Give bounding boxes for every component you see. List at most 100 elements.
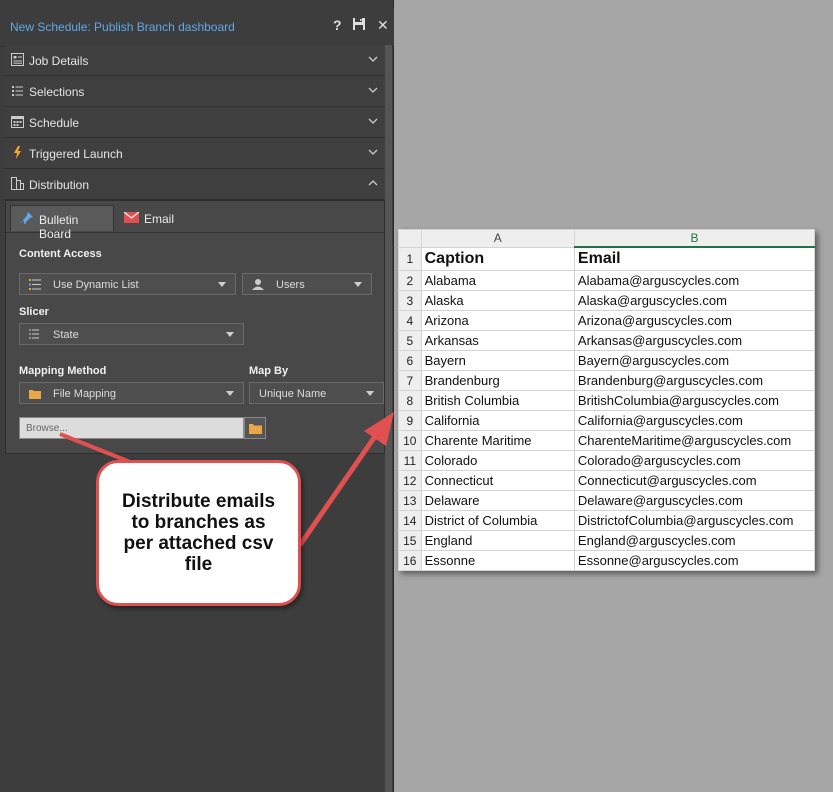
cell[interactable]: British Columbia [420,390,575,411]
cell[interactable]: England@arguscycles.com [573,530,815,551]
cell[interactable]: Brandenburg [420,370,575,391]
column-header-row: A B [398,229,815,248]
cell[interactable]: Arizona [420,310,575,331]
map-by-label: Map By [249,365,289,377]
folder-icon [249,424,262,434]
section-label: Distribution [29,178,90,192]
user-icon [252,279,264,290]
cell[interactable]: DistrictofColumbia@arguscycles.com [573,510,815,531]
tab-email[interactable]: Email [120,205,190,231]
dropdown-value: File Mapping [53,388,116,400]
cell[interactable]: Email [573,246,815,271]
cell[interactable]: Bayern@arguscycles.com [573,350,815,371]
column-header-b[interactable]: B [573,229,815,248]
chevron-up-icon [368,180,378,186]
cell[interactable]: Bayern [420,350,575,371]
chevron-down-icon [368,56,378,62]
cell[interactable]: Delaware@arguscycles.com [573,490,815,511]
chevron-down-icon [366,391,374,396]
browse-folder-button[interactable] [244,417,266,439]
section-distribution[interactable]: Distribution [5,169,386,200]
cell[interactable]: Alabama [420,270,575,291]
cell[interactable]: California [420,410,575,431]
cell[interactable]: England [420,530,575,551]
job-details-icon [11,53,24,66]
row-number[interactable]: 13 [398,490,422,511]
cell[interactable]: Colorado [420,450,575,471]
cell[interactable]: Charente Maritime [420,430,575,451]
mapping-method-label: Mapping Method [19,365,107,377]
tab-bulletin-board[interactable]: Bulletin Board [10,205,114,241]
chevron-down-icon [368,118,378,124]
save-icon[interactable] [352,17,366,34]
callout-text: Distribute emails to branches as per att… [121,491,276,575]
dropdown-value: State [53,329,79,341]
row-number[interactable]: 16 [398,550,422,571]
row-number[interactable]: 8 [398,390,422,411]
cell[interactable]: California@arguscycles.com [573,410,815,431]
chevron-down-icon [368,87,378,93]
row-number[interactable]: 3 [398,290,422,311]
cell[interactable]: Delaware [420,490,575,511]
panel-scrollbar[interactable] [385,45,392,792]
cell[interactable]: CharenteMaritime@arguscycles.com [573,430,815,451]
cell[interactable]: Arkansas@arguscycles.com [573,330,815,351]
section-label: Triggered Launch [29,147,123,161]
help-icon[interactable]: ? [333,17,342,33]
chevron-down-icon [226,332,234,337]
cell[interactable]: Essonne [420,550,575,571]
row-number[interactable]: 10 [398,430,422,451]
cell[interactable]: Alaska@arguscycles.com [573,290,815,311]
cell[interactable]: Connecticut [420,470,575,491]
cell[interactable]: BritishColumbia@arguscycles.com [573,390,815,411]
cell[interactable]: Arizona@arguscycles.com [573,310,815,331]
cell[interactable]: Colorado@arguscycles.com [573,450,815,471]
cell[interactable]: Alaska [420,290,575,311]
table-row: 9 California California@arguscycles.com [398,410,815,431]
calendar-icon [11,116,24,128]
cell[interactable]: Connecticut@arguscycles.com [573,470,815,491]
row-number[interactable]: 2 [398,270,422,291]
map-by-dropdown[interactable]: Unique Name [249,382,384,404]
mapping-method-dropdown[interactable]: File Mapping [19,382,244,404]
cell[interactable]: Alabama@arguscycles.com [573,270,815,291]
table-row: 16 Essonne Essonne@arguscycles.com [398,550,815,571]
table-row: 8 British Columbia BritishColumbia@arguscy… [398,390,815,411]
content-access-dropdown[interactable]: Use Dynamic List [19,273,236,295]
corner-cell[interactable] [398,229,422,248]
row-number[interactable]: 14 [398,510,422,531]
distribution-body: Bulletin Board Email Content Access Use … [5,200,386,454]
csv-spreadsheet: A B 1 Caption Email 2 Alabama Alabama@argusc… [398,229,815,571]
tab-label: Email [144,212,175,226]
users-dropdown[interactable]: Users [242,273,372,295]
section-job-details[interactable]: Job Details [5,45,386,76]
table-row: 1 Caption Email [398,246,815,271]
row-number[interactable]: 12 [398,470,422,491]
cell[interactable]: District of Columbia [420,510,575,531]
section-schedule[interactable]: Schedule [5,107,386,138]
slicer-dropdown[interactable]: State [19,323,244,345]
cell[interactable]: Caption [420,246,575,271]
dropdown-value: Use Dynamic List [53,279,139,291]
column-header-a[interactable]: A [420,229,575,248]
row-number[interactable]: 4 [398,310,422,331]
section-triggered-launch[interactable]: Triggered Launch [5,138,386,169]
dropdown-value: Users [276,279,305,291]
section-label: Job Details [29,54,89,68]
table-row: 14 District of Columbia DistrictofColumbia… [398,510,815,531]
cell[interactable]: Arkansas [420,330,575,351]
row-number[interactable]: 1 [398,246,422,271]
table-row: 2 Alabama Alabama@arguscycles.com [398,270,815,291]
row-number[interactable]: 6 [398,350,422,371]
row-number[interactable]: 7 [398,370,422,391]
row-number[interactable]: 5 [398,330,422,351]
cell[interactable]: Essonne@arguscycles.com [573,550,815,571]
browse-input[interactable]: Browse... [19,417,244,439]
table-row: 11 Colorado Colorado@arguscycles.com [398,450,815,471]
row-number[interactable]: 15 [398,530,422,551]
row-number[interactable]: 9 [398,410,422,431]
row-number[interactable]: 11 [398,450,422,471]
cell[interactable]: Brandenburg@arguscycles.com [573,370,815,391]
section-selections[interactable]: Selections [5,76,386,107]
close-icon[interactable]: ✕ [377,17,389,34]
